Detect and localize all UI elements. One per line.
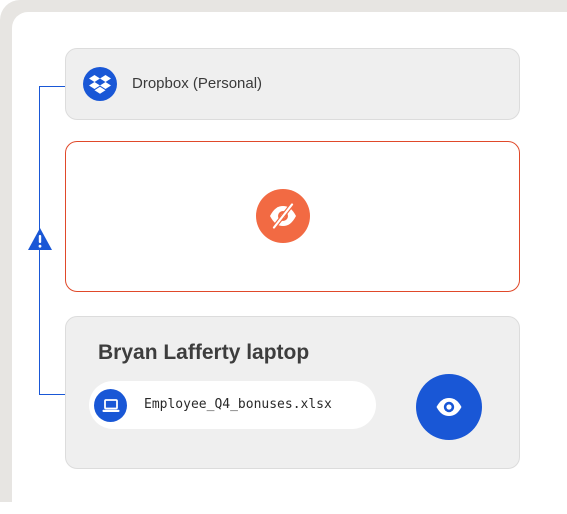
dropbox-source-card[interactable]: Dropbox (Personal) xyxy=(65,48,520,120)
file-name: Employee_Q4_bonuses.xlsx xyxy=(144,397,332,412)
dropbox-source-label: Dropbox (Personal) xyxy=(132,75,263,92)
eye-icon xyxy=(436,398,462,416)
device-card: Bryan Lafferty laptop Employee_Q4_bonuse… xyxy=(65,316,520,469)
laptop-icon xyxy=(94,389,127,422)
hidden-content-card xyxy=(65,141,520,292)
dropbox-logo-icon xyxy=(83,67,117,101)
view-file-button[interactable] xyxy=(416,374,482,440)
warning-triangle-icon xyxy=(28,228,52,250)
device-title: Bryan Lafferty laptop xyxy=(98,341,310,364)
file-item[interactable]: Employee_Q4_bonuses.xlsx xyxy=(89,381,376,429)
eye-slash-icon xyxy=(256,189,310,243)
